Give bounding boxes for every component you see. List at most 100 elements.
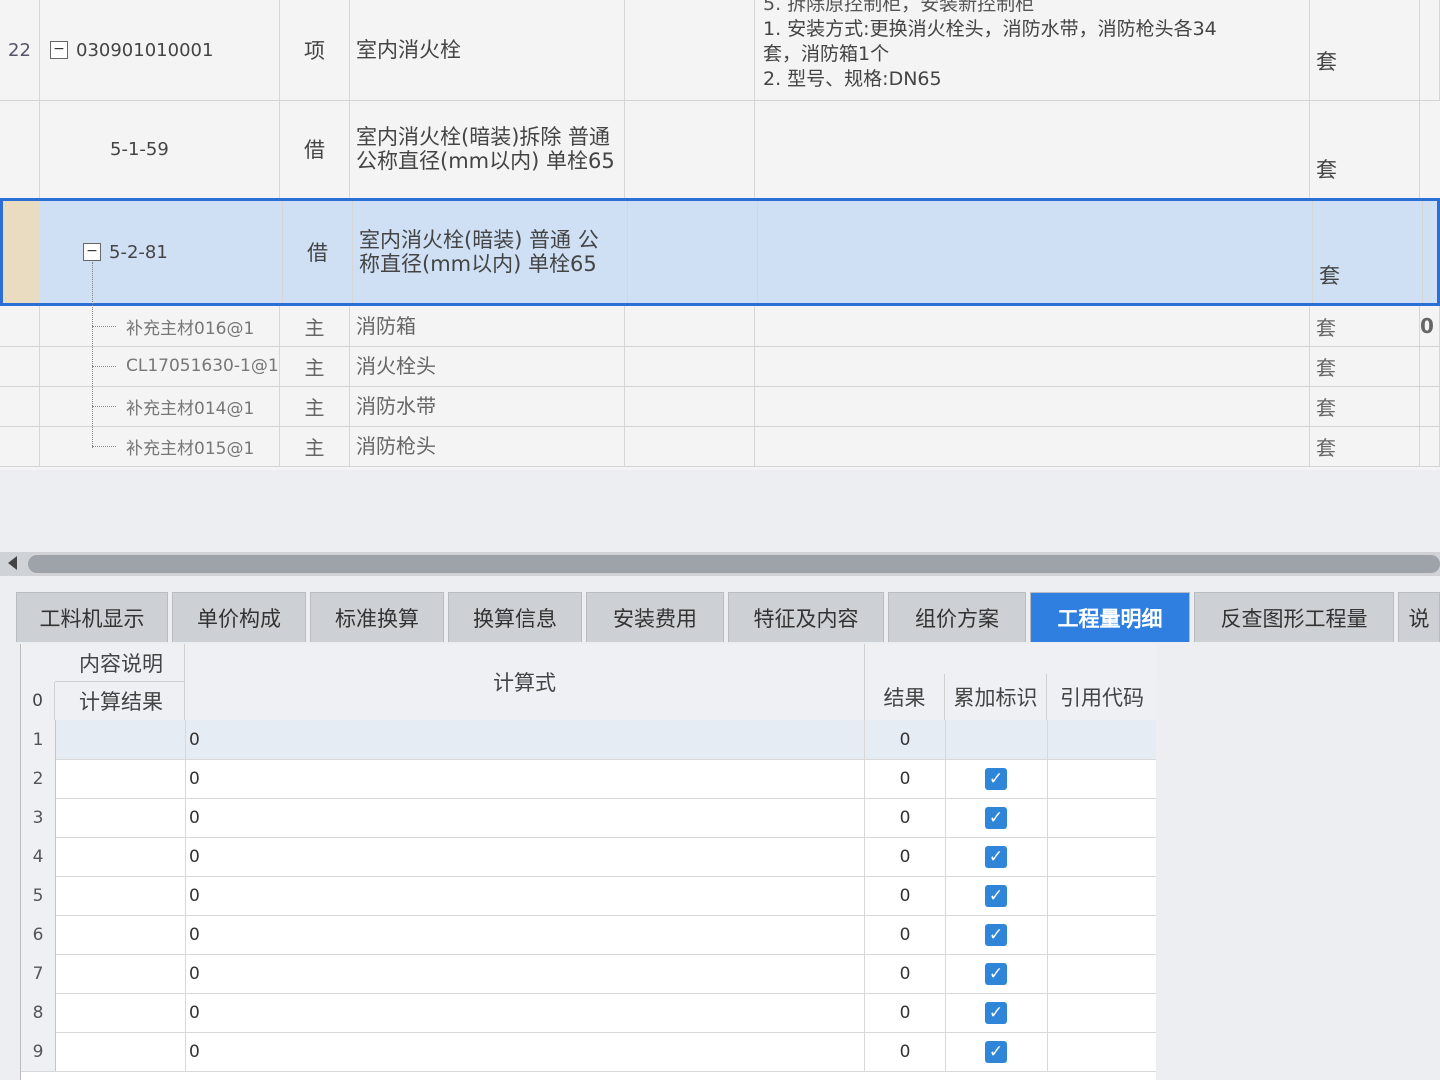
formula-cell[interactable]: 0	[185, 915, 865, 954]
accumulate-cell[interactable]: ✓	[945, 876, 1048, 915]
table-row[interactable]: 6 0 0 ✓	[21, 915, 1157, 955]
row-index: 3	[21, 798, 56, 837]
checkbox-checked-icon[interactable]: ✓	[985, 1001, 1007, 1024]
material-code: 补充主材016@1	[40, 306, 280, 346]
quota-name: 室内消火栓(暗装) 普通 公 称直径(mm以内) 单栓65	[353, 201, 628, 303]
accumulate-cell[interactable]: ✓	[945, 837, 1048, 876]
formula-cell[interactable]: 0	[185, 759, 865, 798]
material-row[interactable]: 补充主材015@1 主 消防枪头 套	[0, 426, 1440, 467]
row-desc-cell[interactable]	[55, 1032, 186, 1071]
material-description	[755, 346, 1310, 386]
header-accumulate: 累加标识	[945, 674, 1047, 720]
item-code: 030901010001	[76, 39, 214, 61]
accumulate-cell[interactable]: ✓	[945, 915, 1048, 954]
accumulate-cell[interactable]: ✓	[945, 954, 1048, 993]
checkbox-checked-icon[interactable]: ✓	[985, 923, 1007, 946]
tab-labor-material-machine[interactable]: 工料机显示	[16, 592, 168, 642]
formula-cell[interactable]: 0	[185, 876, 865, 915]
material-row[interactable]: 补充主材014@1 主 消防水带 套	[0, 386, 1440, 427]
tab-features[interactable]: 特征及内容	[728, 592, 884, 642]
ref-code-cell[interactable]	[1047, 1032, 1157, 1071]
desc-line: 套，消防箱1个	[763, 43, 890, 65]
tab-standard-conversion[interactable]: 标准换算	[310, 592, 444, 642]
material-qty	[1420, 346, 1440, 386]
material-row[interactable]: CL17051630-1@1 主 消火栓头 套	[0, 346, 1440, 387]
accumulate-cell[interactable]: ✓	[945, 1032, 1048, 1071]
row-desc-cell[interactable]	[55, 759, 186, 798]
row-desc-cell[interactable]	[55, 837, 186, 876]
checkbox-checked-icon[interactable]: ✓	[985, 884, 1007, 907]
material-type: 主	[280, 386, 350, 426]
header-formula: 计算式	[185, 644, 865, 720]
collapse-toggle-icon[interactable]: −	[83, 243, 101, 261]
ref-code-cell[interactable]	[1047, 954, 1157, 993]
quota-name: 室内消火栓(暗装)拆除 普通 公称直径(mm以内) 单栓65	[350, 100, 625, 198]
table-row[interactable]: 5 0 0 ✓	[21, 876, 1157, 916]
formula-cell[interactable]: 0	[185, 837, 865, 876]
row-desc-cell[interactable]	[55, 915, 186, 954]
ref-code-cell[interactable]	[1047, 837, 1157, 876]
result-cell: 0	[865, 954, 946, 993]
accumulate-cell[interactable]: ✓	[945, 798, 1048, 837]
ref-code-cell[interactable]	[1047, 915, 1157, 954]
row-index: 2	[21, 759, 56, 798]
quota-row-selected[interactable]: − 5-2-81 借 室内消火栓(暗装) 普通 公 称直径(mm以内) 单栓65…	[0, 198, 1440, 306]
name-line: 室内消火栓(暗装) 普通 公	[359, 228, 599, 252]
table-row[interactable]: 7 0 0 ✓	[21, 954, 1157, 994]
checkbox-checked-icon[interactable]: ✓	[985, 1040, 1007, 1063]
formula-cell[interactable]: 0	[185, 720, 865, 759]
checkbox-checked-icon[interactable]: ✓	[985, 845, 1007, 868]
tab-more[interactable]: 说	[1398, 592, 1440, 642]
table-row[interactable]: 4 0 0 ✓	[21, 837, 1157, 877]
result-cell: 0	[865, 993, 946, 1032]
row-desc-cell[interactable]	[55, 993, 186, 1032]
row-index: 8	[21, 993, 56, 1032]
accumulate-cell[interactable]: ✓	[945, 759, 1048, 798]
checkbox-checked-icon[interactable]: ✓	[985, 962, 1007, 985]
table-row[interactable]: 2 0 0 ✓	[21, 759, 1157, 799]
table-row[interactable]: 8 0 0 ✓	[21, 993, 1157, 1033]
ref-code-cell[interactable]	[1047, 798, 1157, 837]
material-type: 主	[280, 346, 350, 386]
tab-quantity-detail[interactable]: 工程量明细	[1030, 592, 1190, 642]
accumulate-cell[interactable]: ✓	[945, 993, 1048, 1032]
ref-code-cell[interactable]	[1047, 876, 1157, 915]
tab-install-fee[interactable]: 安装费用	[586, 592, 724, 642]
table-row[interactable]: 9 0 0 ✓	[21, 1032, 1157, 1072]
ref-code-cell[interactable]	[1047, 993, 1157, 1032]
table-row[interactable]: 3 0 0 ✓	[21, 798, 1157, 838]
scrollbar-thumb[interactable]	[28, 555, 1440, 573]
material-code: 补充主材015@1	[40, 426, 280, 466]
tab-conversion-info[interactable]: 换算信息	[448, 592, 582, 642]
collapse-toggle-icon[interactable]: −	[50, 41, 68, 59]
row-desc-cell[interactable]	[55, 720, 186, 759]
item-qty	[1420, 0, 1440, 100]
formula-cell[interactable]: 0	[185, 954, 865, 993]
quota-code: 5-2-81	[109, 241, 168, 263]
row-desc-cell[interactable]	[55, 798, 186, 837]
formula-cell[interactable]: 0	[185, 1032, 865, 1071]
row-desc-cell[interactable]	[55, 954, 186, 993]
ref-code-cell[interactable]	[1047, 759, 1157, 798]
formula-cell[interactable]: 0	[185, 798, 865, 837]
row-desc-cell[interactable]	[55, 876, 186, 915]
result-cell: 0	[865, 759, 946, 798]
quota-type: 借	[280, 100, 350, 198]
tab-pricing-plan[interactable]: 组价方案	[888, 592, 1026, 642]
table-row[interactable]: 1 0 0	[21, 720, 1157, 760]
bill-item-row[interactable]: 22 − 030901010001 项 室内消火栓 5. 拆除原控制柜，安装新控…	[0, 0, 1440, 101]
accumulate-cell[interactable]	[945, 720, 1048, 759]
checkbox-checked-icon[interactable]: ✓	[985, 806, 1007, 829]
tab-reverse-graphic-quantity[interactable]: 反查图形工程量	[1194, 592, 1394, 642]
quota-row[interactable]: 5-1-59 借 室内消火栓(暗装)拆除 普通 公称直径(mm以内) 单栓65 …	[0, 100, 1440, 199]
material-row[interactable]: 补充主材016@1 主 消防箱 套 0	[0, 306, 1440, 347]
scroll-left-arrow-icon[interactable]	[8, 556, 17, 570]
tab-unit-price[interactable]: 单价构成	[172, 592, 306, 642]
quota-unit: 套	[1313, 201, 1423, 303]
formula-cell[interactable]: 0	[185, 993, 865, 1032]
item-feature-cell	[625, 0, 755, 100]
horizontal-scrollbar[interactable]	[0, 552, 1440, 576]
checkbox-checked-icon[interactable]: ✓	[985, 767, 1007, 790]
ref-code-cell[interactable]	[1047, 720, 1157, 759]
material-qty	[1420, 426, 1440, 466]
